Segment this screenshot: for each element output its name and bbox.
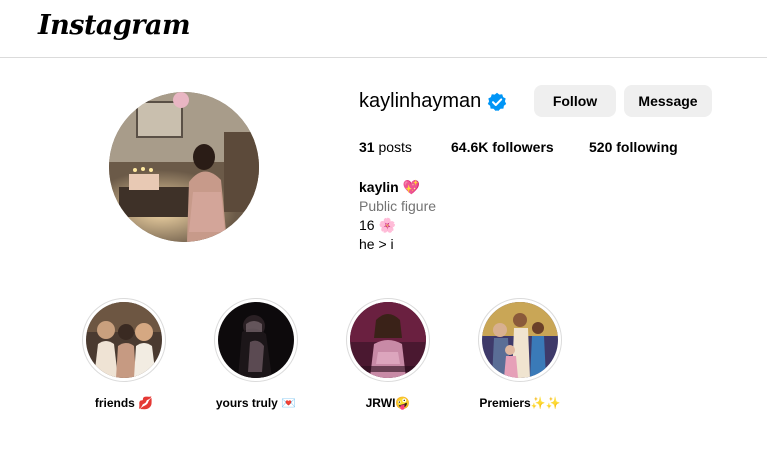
profile-bio: kaylin 💖 Public figure 16 🌸 he > i <box>359 178 436 254</box>
highlight-cover-image <box>218 302 294 378</box>
profile-avatar[interactable] <box>109 92 259 242</box>
highlight-label: yours truly 💌 <box>215 396 297 410</box>
followers-count: 64.6K <box>451 139 489 155</box>
highlight-cover-image <box>350 302 426 378</box>
highlight-label: friends 💋 <box>94 396 154 410</box>
profile-username: kaylinhayman <box>359 90 482 112</box>
bio-line: he > i <box>359 236 394 252</box>
instagram-logo[interactable]: Instagram <box>38 10 191 41</box>
following-count: 520 <box>589 139 613 155</box>
story-highlight-yours-truly[interactable]: yours truly 💌 <box>214 298 298 410</box>
verified-badge-icon <box>487 92 507 111</box>
highlight-ring <box>478 298 562 382</box>
highlight-label: Premiers✨✨ <box>479 396 561 410</box>
highlight-ring <box>82 298 166 382</box>
bio-line: 16 🌸 <box>359 217 396 233</box>
highlight-label: JRWI🤪 <box>365 396 411 410</box>
bio-name: kaylin 💖 <box>359 179 421 195</box>
story-highlight-jrwi[interactable]: JRWI🤪 <box>346 298 430 410</box>
posts-label: posts <box>378 139 412 155</box>
highlight-cover-image <box>482 302 558 378</box>
followers-label: followers <box>492 139 554 155</box>
posts-stat: 31 posts <box>359 139 412 155</box>
story-highlight-premiers[interactable]: Premiers✨✨ <box>478 298 562 410</box>
story-highlight-friends[interactable]: friends 💋 <box>82 298 166 410</box>
followers-stat[interactable]: 64.6K followers <box>451 139 554 155</box>
highlight-ring <box>346 298 430 382</box>
highlight-cover-image <box>86 302 162 378</box>
following-stat[interactable]: 520 following <box>589 139 678 155</box>
bio-category: Public figure <box>359 198 437 214</box>
avatar-photo <box>109 92 259 242</box>
follow-button[interactable]: Follow <box>534 85 616 117</box>
top-navigation-bar: Instagram <box>0 0 767 58</box>
highlight-ring <box>214 298 298 382</box>
posts-count: 31 <box>359 139 375 155</box>
message-button[interactable]: Message <box>624 85 712 117</box>
following-label: following <box>616 139 678 155</box>
